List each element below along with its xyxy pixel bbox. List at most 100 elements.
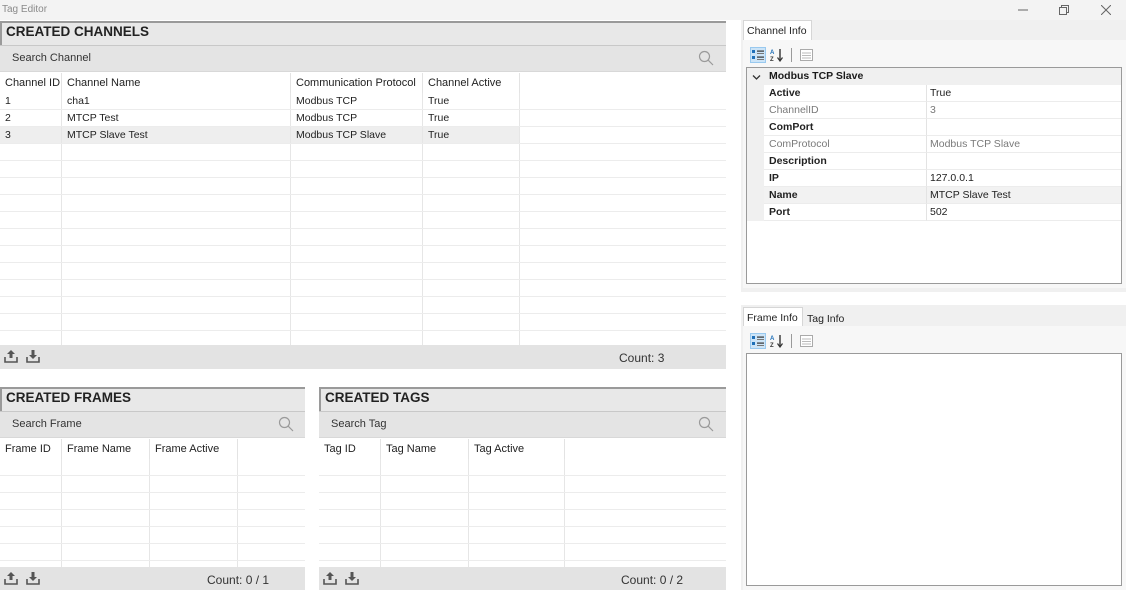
channel-table[interactable]: Channel ID Channel Name Communication Prot… [0, 73, 726, 345]
property-row-description[interactable]: Description [747, 153, 1121, 170]
table-row[interactable]: 2 MTCP Test Modbus TCP True [0, 110, 726, 127]
search-icon[interactable] [698, 416, 714, 435]
download-icon[interactable] [26, 349, 40, 366]
table-cell [150, 510, 238, 526]
property-row-comport[interactable]: ComPort [747, 119, 1121, 136]
property-name: ChannelID [764, 102, 927, 119]
minimize-icon [1018, 9, 1028, 11]
row-filler [520, 144, 726, 160]
categorized-button[interactable] [750, 47, 766, 63]
row-filler [520, 280, 726, 296]
table-cell [291, 229, 423, 245]
property-name: ComPort [764, 119, 927, 136]
property-pages-button[interactable] [798, 333, 814, 349]
tag-search-input[interactable] [323, 415, 683, 433]
column-header[interactable]: Channel ID [0, 73, 62, 93]
table-row [0, 263, 726, 280]
property-category[interactable]: Modbus TCP Slave [747, 68, 1121, 85]
table-row[interactable]: 1 cha1 Modbus TCP True [0, 93, 726, 110]
column-header[interactable]: Tag Active [469, 439, 565, 459]
table-row [0, 510, 305, 527]
property-pages-button[interactable] [798, 47, 814, 63]
column-header[interactable]: Channel Active [423, 73, 520, 93]
property-value[interactable]: 502 [927, 204, 1121, 221]
window-title: Tag Editor [2, 4, 48, 15]
chevron-down-icon[interactable] [752, 72, 761, 84]
table-cell [62, 229, 291, 245]
column-header[interactable]: Communication Protocol [291, 73, 423, 93]
property-margin [747, 119, 764, 136]
frame-info-toolbar: AZ [750, 333, 814, 349]
search-icon[interactable] [278, 416, 294, 435]
tab-channel-info[interactable]: Channel Info [743, 20, 812, 40]
frame-property-grid[interactable] [746, 353, 1122, 586]
row-filler [565, 527, 726, 543]
upload-icon[interactable] [4, 349, 18, 366]
channel-info-toolbar: AZ [750, 47, 814, 63]
alphabetical-sort-icon: AZ [770, 49, 783, 62]
frame-search-input[interactable] [4, 415, 264, 433]
property-row-active[interactable]: Active True [747, 85, 1121, 102]
table-cell [423, 263, 520, 279]
tag-table[interactable]: Tag ID Tag Name Tag Active [319, 439, 726, 567]
property-value[interactable] [927, 153, 1121, 170]
property-row-port[interactable]: Port 502 [747, 204, 1121, 221]
property-value[interactable]: MTCP Slave Test [927, 187, 1121, 204]
table-cell [319, 544, 381, 560]
table-cell [0, 476, 62, 492]
property-value[interactable]: 127.0.0.1 [927, 170, 1121, 187]
tab-frame-info[interactable]: Frame Info [743, 307, 803, 327]
column-header[interactable]: Tag Name [381, 439, 469, 459]
property-row-comprotocol[interactable]: ComProtocol Modbus TCP Slave [747, 136, 1121, 153]
upload-icon[interactable] [323, 571, 337, 588]
column-header[interactable]: Channel Name [62, 73, 291, 93]
channel-property-grid[interactable]: Modbus TCP Slave Active True ChannelID 3 Com… [746, 67, 1122, 284]
property-row-name[interactable]: Name MTCP Slave Test [747, 187, 1121, 204]
restore-button[interactable] [1044, 0, 1084, 20]
alphabetical-button[interactable]: AZ [769, 333, 785, 349]
download-icon[interactable] [345, 571, 359, 588]
table-row[interactable]: 3 MTCP Slave Test Modbus TCP Slave True [0, 127, 726, 144]
column-header[interactable]: Frame Active [150, 439, 238, 459]
tags-header: CREATED TAGS [319, 387, 726, 411]
table-header: Channel ID Channel Name Communication Prot… [0, 73, 726, 93]
table-row [319, 527, 726, 544]
table-cell [62, 527, 150, 543]
property-pages-icon [799, 49, 813, 61]
categorized-button[interactable] [750, 333, 766, 349]
table-cell [319, 459, 381, 475]
property-value[interactable]: True [927, 85, 1121, 102]
svg-text:A: A [770, 50, 775, 56]
frame-table[interactable]: Frame ID Frame Name Frame Active [0, 439, 305, 567]
title-bar: Tag Editor [0, 0, 1126, 20]
table-cell [291, 178, 423, 194]
property-row-channelid[interactable]: ChannelID 3 [747, 102, 1121, 119]
alphabetical-button[interactable]: AZ [769, 47, 785, 63]
column-header[interactable]: Frame Name [62, 439, 150, 459]
channel-search-input[interactable] [4, 49, 684, 67]
download-icon[interactable] [26, 571, 40, 588]
channel-footer: Count: 3 [0, 345, 726, 369]
row-filler [520, 93, 726, 109]
close-button[interactable] [1086, 0, 1126, 20]
table-cell [150, 476, 238, 492]
column-header[interactable]: Frame ID [0, 439, 62, 459]
categorized-icon [752, 336, 764, 346]
table-cell [291, 144, 423, 160]
table-cell [291, 314, 423, 330]
property-value[interactable] [927, 119, 1121, 136]
table-row [0, 144, 726, 161]
property-name: Port [764, 204, 927, 221]
property-row-ip[interactable]: IP 127.0.0.1 [747, 170, 1121, 187]
table-row [0, 459, 305, 476]
table-cell: MTCP Slave Test [62, 127, 291, 143]
table-row [319, 459, 726, 476]
table-cell [0, 280, 62, 296]
minimize-button[interactable] [1003, 0, 1043, 20]
table-cell [150, 459, 238, 475]
upload-icon[interactable] [4, 571, 18, 588]
column-header[interactable]: Tag ID [319, 439, 381, 459]
table-cell [62, 161, 291, 177]
search-icon[interactable] [698, 50, 714, 69]
row-filler [520, 229, 726, 245]
